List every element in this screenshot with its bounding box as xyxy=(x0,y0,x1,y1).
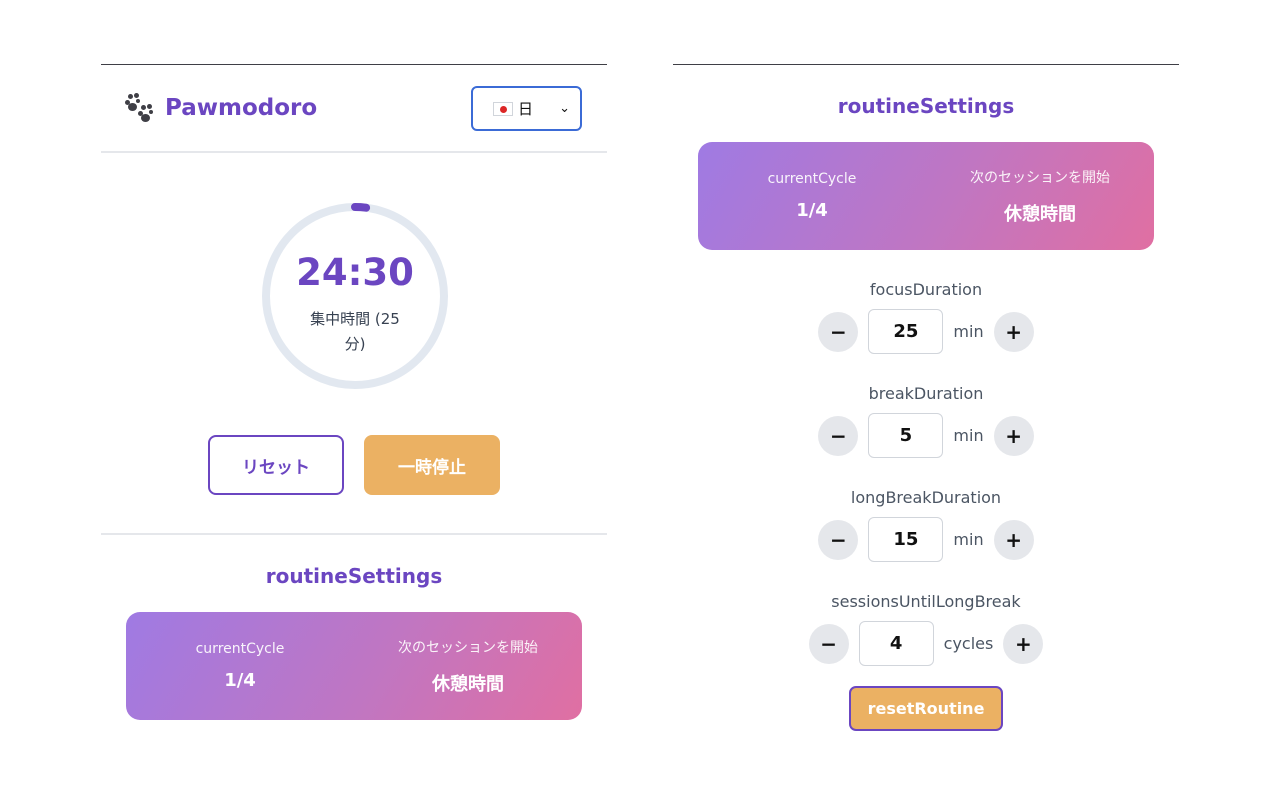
reset-routine-button[interactable]: resetRoutine xyxy=(849,686,1003,731)
decrement-button[interactable]: − xyxy=(818,415,859,456)
timer-mode-label: 集中時間 (25 分) xyxy=(300,307,410,357)
increment-button[interactable]: + xyxy=(993,519,1034,560)
timer-section: 24:30 集中時間 (25 分) リセット 一時停止 xyxy=(101,153,607,535)
current-cycle-label: currentCycle xyxy=(195,641,285,657)
unit-label: min xyxy=(953,322,984,341)
pause-button[interactable]: 一時停止 xyxy=(364,435,500,495)
decrement-button[interactable]: − xyxy=(818,519,859,560)
decrement-button[interactable]: − xyxy=(808,623,849,664)
app-header: Pawmodoro 日 ⌄ xyxy=(101,65,607,153)
current-cycle-label: currentCycle xyxy=(767,171,857,187)
timer-panel: Pawmodoro 日 ⌄ 24:30 集中時間 (25 分) リセット 一時停… xyxy=(101,64,607,720)
current-cycle-block: currentCycle 1/4 xyxy=(698,142,926,250)
japan-flag-icon xyxy=(493,102,513,116)
decrement-button[interactable]: − xyxy=(818,311,859,352)
timer-mode-line1: 集中時間 (25 xyxy=(310,310,400,328)
next-session-block: 次のセッションを開始 休憩時間 xyxy=(354,612,582,720)
reset-routine-row: resetRoutine xyxy=(673,686,1179,731)
routine-title: routineSettings xyxy=(837,94,1015,118)
setting-focus-duration: focusDuration − 25 min + xyxy=(673,280,1179,354)
setting-long-break-duration: longBreakDuration − 15 min + xyxy=(673,488,1179,562)
next-session-block: 次のセッションを開始 休憩時間 xyxy=(926,142,1154,250)
next-session-label: 次のセッションを開始 xyxy=(398,639,538,656)
reset-button[interactable]: リセット xyxy=(208,435,344,495)
cycle-card: currentCycle 1/4 次のセッションを開始 休憩時間 xyxy=(698,142,1154,250)
focus-duration-stepper: − 25 min + xyxy=(673,309,1179,354)
next-session-label: 次のセッションを開始 xyxy=(970,169,1110,186)
next-session-value: 休憩時間 xyxy=(1004,203,1076,225)
current-cycle-block: currentCycle 1/4 xyxy=(126,612,354,720)
timer-mode-line2: 分) xyxy=(344,335,366,353)
focus-duration-input[interactable]: 25 xyxy=(868,309,944,354)
long-break-duration-stepper: − 15 min + xyxy=(673,517,1179,562)
unit-label: min xyxy=(953,426,984,445)
language-value: 日 xyxy=(493,98,533,119)
current-cycle-value: 1/4 xyxy=(796,200,828,221)
ring-track xyxy=(262,203,448,389)
language-label: 日 xyxy=(518,99,534,118)
paw-prints-icon xyxy=(125,93,155,122)
setting-label: sessionsUntilLongBreak xyxy=(831,592,1021,611)
increment-button[interactable]: + xyxy=(993,311,1034,352)
sessions-until-long-break-input[interactable]: 4 xyxy=(858,621,934,666)
routine-title: routineSettings xyxy=(265,564,443,588)
setting-label: longBreakDuration xyxy=(850,488,1002,507)
unit-label: cycles xyxy=(943,634,994,653)
next-session-value: 休憩時間 xyxy=(432,673,504,695)
timer-display: 24:30 xyxy=(296,251,414,294)
increment-button[interactable]: + xyxy=(993,415,1034,456)
current-cycle-value: 1/4 xyxy=(224,670,256,691)
long-break-duration-input[interactable]: 15 xyxy=(868,517,944,562)
break-duration-stepper: − 5 min + xyxy=(673,413,1179,458)
app-title: Pawmodoro xyxy=(165,95,318,121)
language-select[interactable]: 日 ⌄ xyxy=(471,85,582,131)
increment-button[interactable]: + xyxy=(1003,623,1044,664)
routine-settings-panel: routineSettings currentCycle 1/4 次のセッション… xyxy=(673,64,1179,731)
setting-label: focusDuration xyxy=(869,280,983,299)
brand: Pawmodoro xyxy=(125,93,318,122)
setting-sessions-until-long-break: sessionsUntilLongBreak − 4 cycles + xyxy=(673,592,1179,666)
break-duration-input[interactable]: 5 xyxy=(868,413,944,458)
unit-label: min xyxy=(953,530,984,549)
cycle-card: currentCycle 1/4 次のセッションを開始 休憩時間 xyxy=(126,612,582,720)
setting-break-duration: breakDuration − 5 min + xyxy=(673,384,1179,458)
sessions-until-long-break-stepper: − 4 cycles + xyxy=(673,621,1179,666)
timer-progress-ring xyxy=(262,203,448,389)
setting-label: breakDuration xyxy=(868,384,984,403)
chevron-down-icon: ⌄ xyxy=(559,100,570,116)
